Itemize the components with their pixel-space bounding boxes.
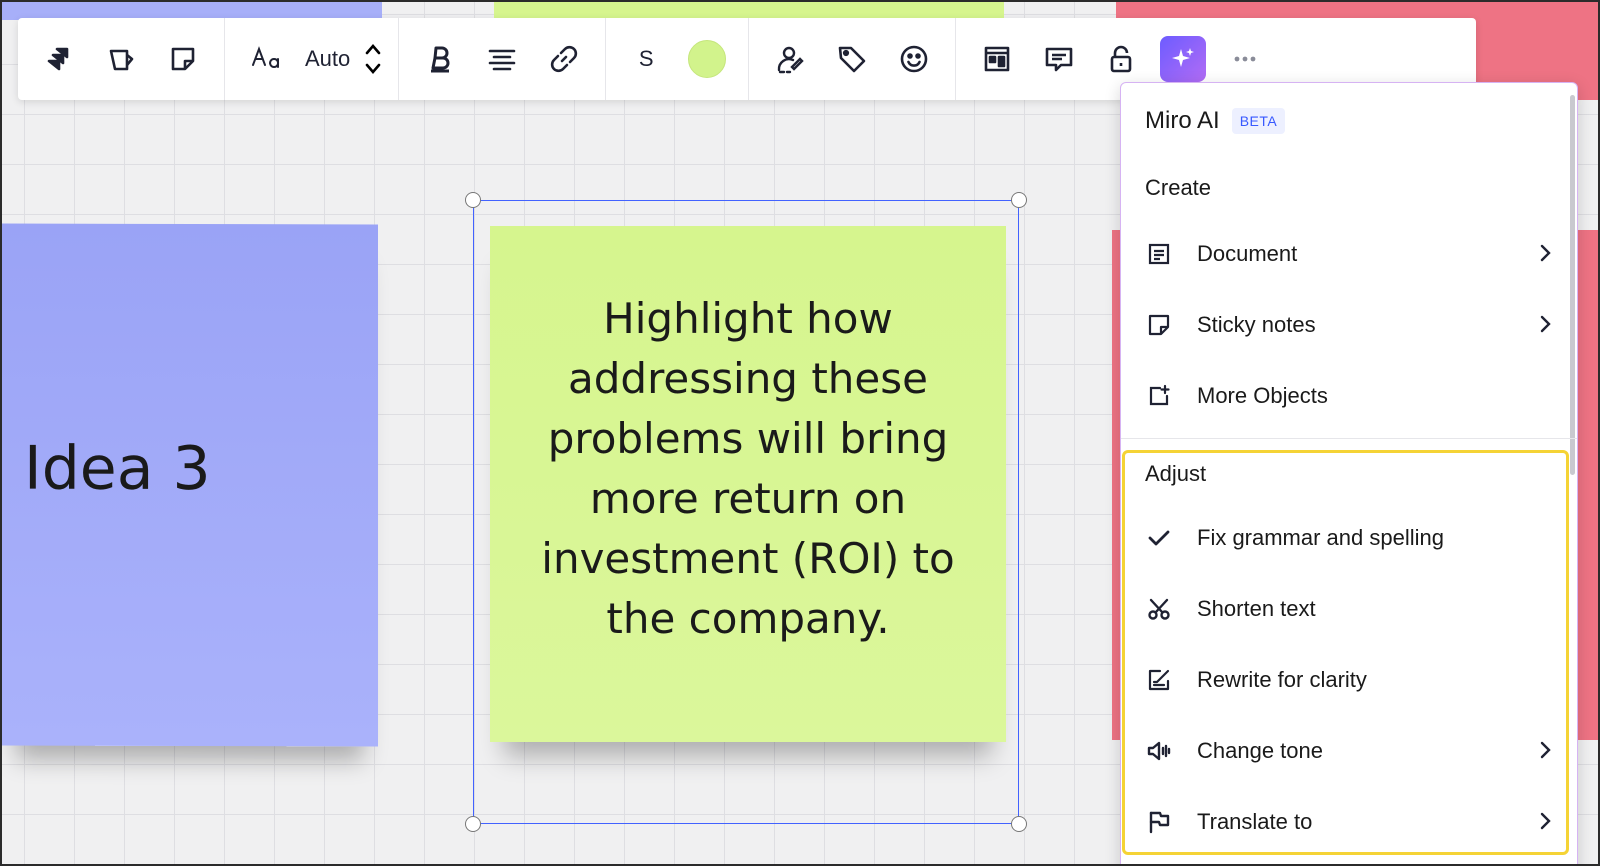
menu-item-label: Fix grammar and spelling — [1197, 525, 1444, 550]
align-center-icon — [488, 49, 516, 71]
menu-item-shorten-text[interactable]: Shorten text — [1133, 578, 1565, 640]
ai-menu-panel: Miro AI BETA Create Document Sticky note… — [1120, 82, 1578, 864]
more-icon — [1234, 56, 1256, 62]
menu-item-more-objects[interactable]: More Objects — [1133, 365, 1565, 427]
color-icon — [688, 40, 727, 78]
text-style-icon — [252, 46, 280, 68]
selection-box — [465, 192, 1027, 832]
toolbar-group-meta — [749, 18, 957, 100]
menu-item-translate[interactable]: Translate to — [1133, 791, 1565, 853]
menu-item-label: More Objects — [1197, 383, 1328, 408]
menu-item-label: Sticky notes — [1197, 312, 1316, 337]
lock-button[interactable] — [1090, 28, 1152, 90]
more-button[interactable] — [1214, 28, 1276, 90]
kanban-icon — [984, 46, 1010, 72]
font-size-value[interactable]: Auto — [297, 46, 358, 72]
switch-type-icon — [47, 47, 69, 71]
tag-icon — [838, 46, 866, 73]
shape-icon — [109, 49, 134, 71]
comment-icon — [1045, 47, 1073, 72]
emoji-button[interactable] — [883, 28, 945, 90]
assign-button[interactable] — [759, 28, 821, 90]
board-canvas[interactable]: Idea 3 Highlight how addressing these pr… — [0, 0, 1600, 866]
menu-item-sticky-notes[interactable]: Sticky notes — [1133, 294, 1565, 356]
scissors-icon — [1143, 593, 1175, 625]
flag-icon — [1143, 806, 1175, 838]
sticky-size-button[interactable]: S — [616, 46, 676, 72]
kanban-button[interactable] — [966, 28, 1028, 90]
ai-sparkle-icon — [1172, 48, 1195, 67]
text-style-button[interactable] — [235, 28, 297, 90]
menu-item-change-tone[interactable]: Change tone — [1133, 720, 1565, 782]
toolbar-group-appearance: S — [606, 18, 750, 100]
sticky-note-text: Idea 3 — [24, 433, 211, 505]
toolbar-group-object — [18, 18, 225, 100]
resize-handle-top-right[interactable] — [1011, 192, 1027, 208]
resize-handle-top-left[interactable] — [465, 192, 481, 208]
beta-badge: BETA — [1231, 108, 1286, 134]
menu-item-fix-grammar[interactable]: Fix grammar and spelling — [1133, 507, 1565, 569]
bold-icon — [431, 46, 450, 73]
section-label-create: Create — [1145, 175, 1212, 200]
rewrite-icon — [1143, 664, 1175, 696]
chevron-up-icon[interactable] — [364, 41, 382, 59]
color-button[interactable] — [676, 28, 738, 90]
menu-divider — [1121, 438, 1577, 439]
menu-item-label: Change tone — [1197, 738, 1323, 763]
sticky-note-button[interactable] — [152, 28, 214, 90]
chevron-right-icon — [1540, 741, 1551, 759]
chevron-right-icon — [1540, 244, 1551, 262]
sticky-note-idea-3[interactable]: Idea 3 — [2, 223, 378, 747]
checkmark-icon — [1143, 522, 1175, 554]
emoji-icon — [900, 45, 928, 73]
comment-button[interactable] — [1028, 28, 1090, 90]
font-size-stepper[interactable] — [358, 28, 388, 90]
sticky-note-icon — [1143, 309, 1175, 341]
ai-button[interactable] — [1152, 28, 1214, 90]
document-icon — [1143, 238, 1175, 270]
resize-handle-bottom-right[interactable] — [1011, 816, 1027, 832]
menu-item-label: Document — [1197, 241, 1298, 266]
section-label-adjust: Adjust — [1145, 461, 1207, 486]
ai-menu-title: Miro AI — [1145, 107, 1220, 134]
menu-item-label: Shorten text — [1197, 596, 1316, 621]
tag-button[interactable] — [821, 28, 883, 90]
link-button[interactable] — [533, 28, 595, 90]
ai-button-background — [1160, 36, 1207, 82]
switch-type-button[interactable] — [28, 28, 90, 90]
menu-item-label: Translate to — [1197, 809, 1313, 834]
chevron-right-icon — [1540, 812, 1551, 830]
add-object-icon — [1143, 380, 1175, 412]
shape-button[interactable] — [90, 28, 152, 90]
ai-menu-header: Miro AI BETA — [1145, 107, 1286, 135]
menu-item-document[interactable]: Document — [1133, 223, 1565, 285]
lock-icon — [1110, 45, 1132, 73]
chevron-down-icon[interactable] — [364, 59, 382, 77]
resize-handle-bottom-left[interactable] — [465, 816, 481, 832]
menu-item-label: Rewrite for clarity — [1197, 667, 1367, 692]
toolbar-group-font: Auto — [225, 18, 400, 100]
bold-button[interactable] — [409, 28, 471, 90]
scrollbar[interactable] — [1570, 95, 1575, 475]
sticky-note-icon — [171, 47, 195, 71]
speaker-icon — [1143, 735, 1175, 767]
toolbar-group-text — [399, 18, 607, 100]
link-icon — [551, 45, 578, 73]
menu-item-rewrite-clarity[interactable]: Rewrite for clarity — [1133, 649, 1565, 711]
assign-icon — [778, 46, 804, 74]
chevron-right-icon — [1540, 315, 1551, 333]
align-center-button[interactable] — [471, 28, 533, 90]
